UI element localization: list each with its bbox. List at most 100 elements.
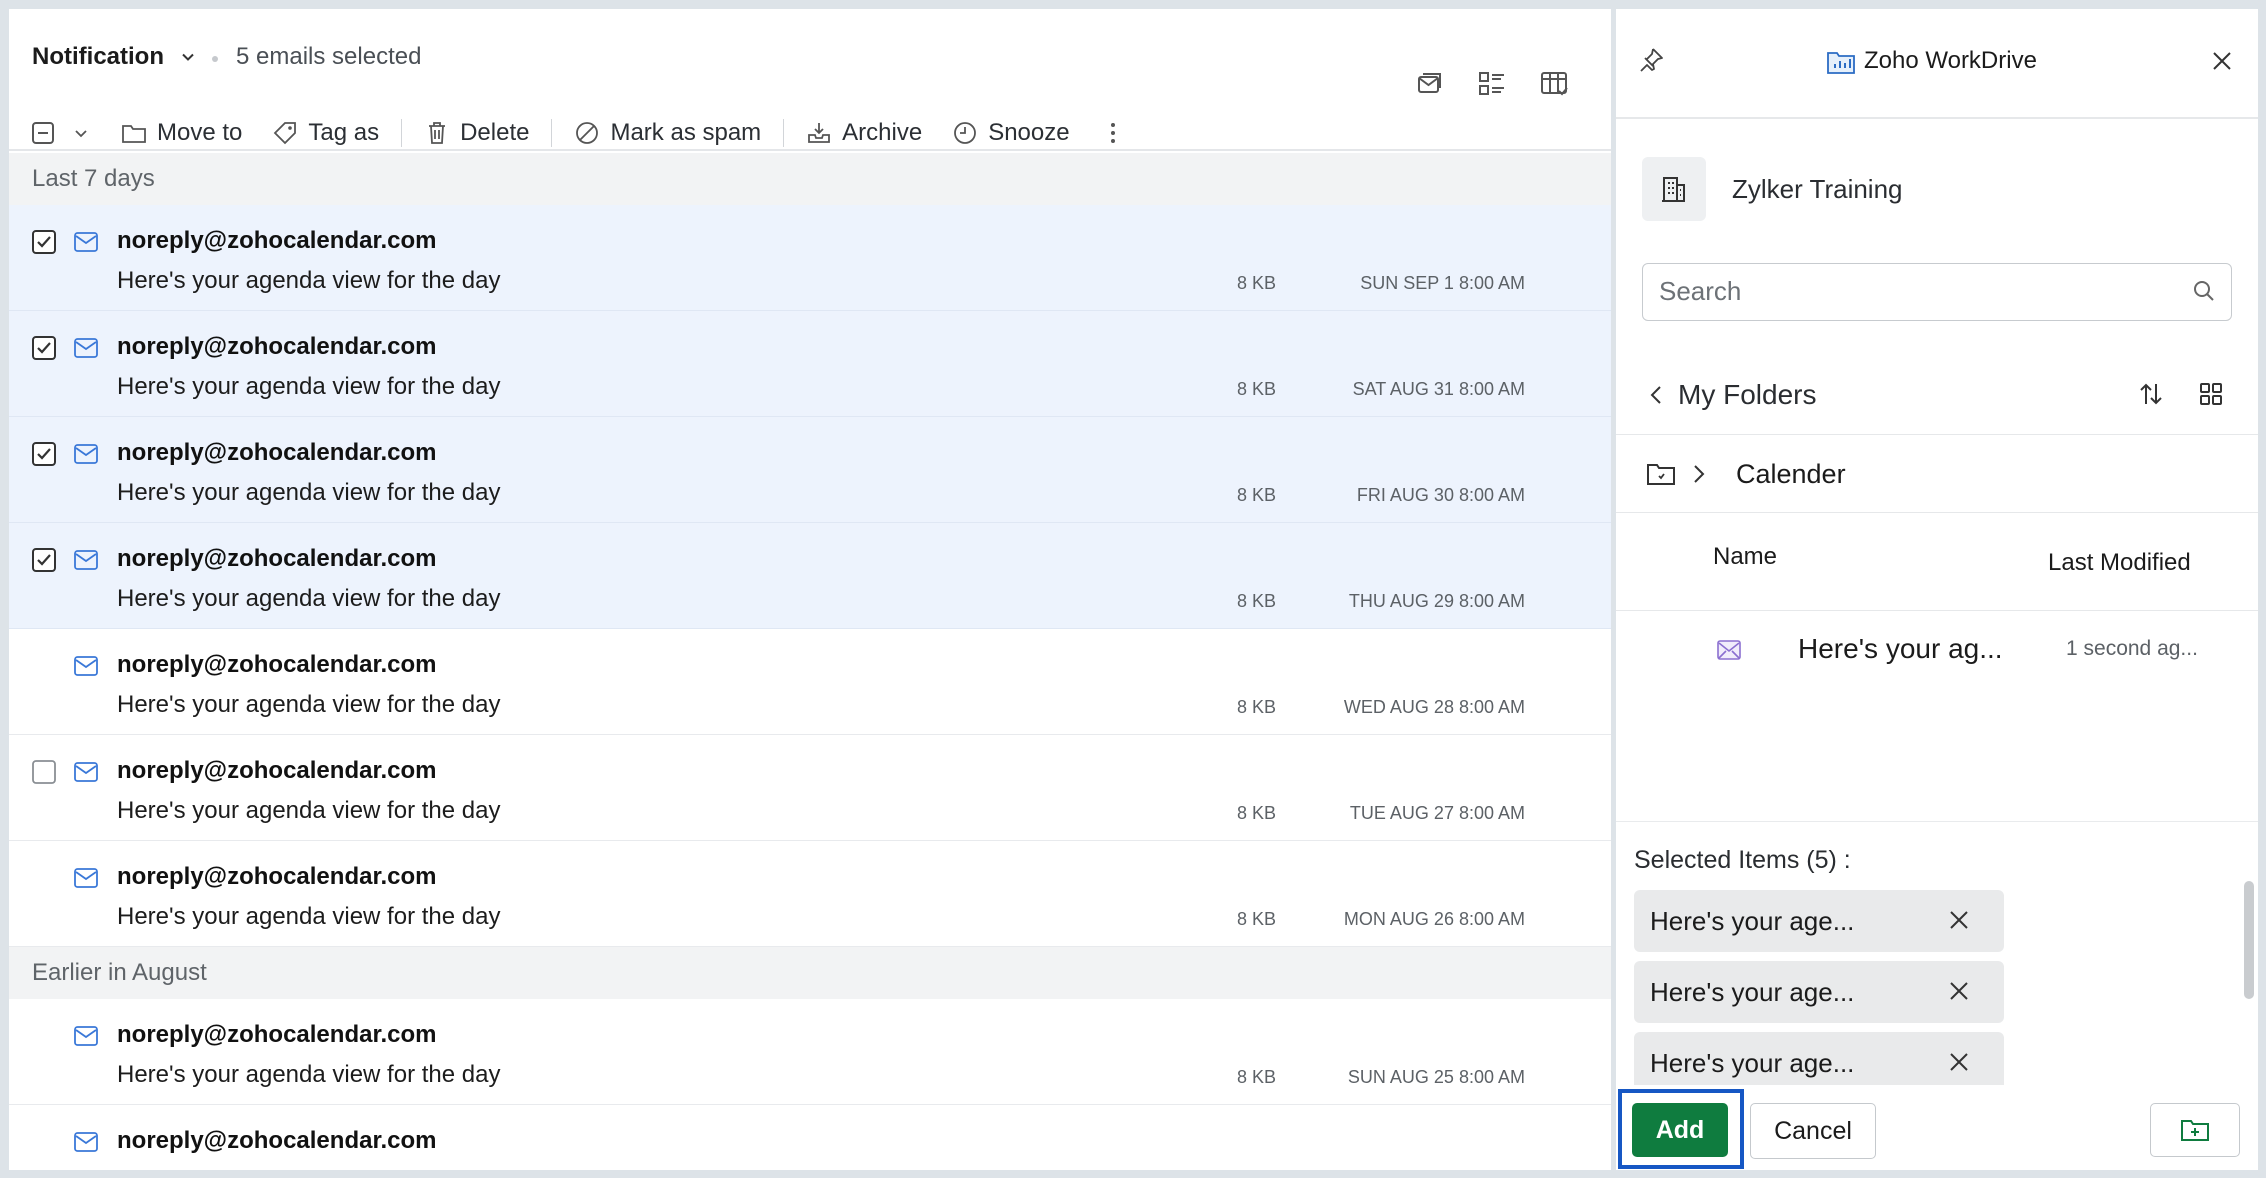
new-folder-button[interactable]	[2150, 1103, 2240, 1157]
my-folders-link[interactable]: My Folders	[1678, 379, 1816, 411]
team-avatar	[1642, 157, 1706, 221]
group-header: Earlier in August	[9, 947, 1611, 999]
mail-icon	[74, 656, 98, 676]
mail-date: FRI AUG 30 8:00 AM	[1356, 485, 1525, 505]
more-options-button[interactable]	[1100, 120, 1126, 146]
selected-item-label: Here's your age...	[1650, 1048, 1855, 1078]
mail-subject: Here's your agenda view for the day	[117, 267, 501, 294]
remove-icon[interactable]	[1946, 1049, 1972, 1075]
search-box	[1642, 263, 2232, 321]
spam-icon	[576, 122, 599, 144]
toolbar-divider	[551, 119, 553, 147]
mail-subject: Here's your agenda view for the day	[117, 797, 501, 824]
mail-sender: noreply@zohocalendar.com	[117, 227, 437, 254]
mail-sender: noreply@zohocalendar.com	[117, 545, 437, 572]
remove-icon[interactable]	[1946, 978, 1972, 1004]
mail-row[interactable]: noreply@zohocalendar.com Here's your agen…	[9, 999, 1611, 1105]
mail-icon	[74, 338, 98, 358]
chevron-left-icon[interactable]	[1646, 383, 1666, 407]
toolbar-divider	[401, 119, 403, 147]
folder-icon[interactable]	[1646, 461, 1676, 487]
selected-items-scrollbar[interactable]	[2244, 881, 2254, 999]
mail-sender: noreply@zohocalendar.com	[117, 439, 437, 466]
checkbox-checked-icon[interactable]	[31, 547, 57, 573]
mail-row[interactable]: noreply@zohocalendar.com Here's your agen…	[9, 629, 1611, 735]
archive-button[interactable]: Archive	[806, 119, 922, 147]
mail-sender: noreply@zohocalendar.com	[117, 333, 437, 360]
mail-subject: Here's your agenda view for the day	[117, 903, 501, 930]
mark-as-spam-button[interactable]: Mark as spam	[574, 119, 761, 147]
new-folder-icon	[2181, 1120, 2209, 1141]
search-icon[interactable]	[2191, 278, 2217, 304]
cancel-button[interactable]: Cancel	[1750, 1103, 1876, 1159]
checkbox-icon[interactable]	[31, 759, 57, 785]
mail-subject: Here's your agenda view for the day	[117, 691, 501, 718]
mail-date: SAT AUG 31 8:00 AM	[1352, 379, 1525, 399]
mail-row[interactable]: noreply@zohocalendar.com Here's your agen…	[9, 311, 1611, 417]
mail-subject: Here's your agenda view for the day	[117, 373, 501, 400]
remove-icon[interactable]	[1946, 907, 1972, 933]
current-folder[interactable]: Calender	[1736, 459, 1846, 490]
tag-icon	[274, 122, 297, 145]
mail-row[interactable]: noreply@zohocalendar.com Here's your agen…	[9, 205, 1611, 311]
mail-date: THU AUG 29 8:00 AM	[1348, 591, 1525, 611]
select-all-checkbox-icon[interactable]	[31, 121, 55, 145]
snooze-button[interactable]: Snooze	[952, 119, 1070, 147]
workdrive-logo-icon	[1827, 52, 1855, 74]
mail-size: 8 KB	[1237, 379, 1277, 399]
select-all-control[interactable]	[31, 121, 89, 145]
column-last-modified[interactable]: Last Modified	[2048, 549, 2198, 577]
mail-subject: Here's your agenda view for the day	[117, 585, 501, 612]
mail-sender: noreply@zohocalendar.com	[117, 1127, 437, 1154]
mail-date: TUE AUG 27 8:00 AM	[1349, 803, 1525, 823]
folder-selector[interactable]: Notification	[32, 43, 198, 71]
mail-date: SUN AUG 25 8:00 AM	[1347, 1067, 1525, 1087]
clock-icon	[954, 122, 977, 144]
mail-row[interactable]: noreply@zohocalendar.com Here's your agen…	[9, 735, 1611, 841]
mail-date: WED AUG 28 8:00 AM	[1343, 697, 1525, 717]
chevron-down-icon[interactable]	[73, 125, 89, 141]
layout-view-icon[interactable]	[1539, 69, 1569, 99]
workdrive-footer: Add Cancel	[1616, 1085, 2258, 1170]
checkbox-checked-icon[interactable]	[31, 441, 57, 467]
mail-header: Notification 5 emails selected Move to T…	[9, 9, 1611, 151]
mail-row[interactable]: noreply@zohocalendar.com Here's your agen…	[9, 523, 1611, 629]
mail-icon	[74, 444, 98, 464]
file-row[interactable]: Here's your ag... 1 second ag...	[1616, 613, 2258, 695]
folder-title: Notification	[32, 43, 164, 70]
close-icon[interactable]	[2208, 47, 2236, 75]
move-to-button[interactable]: Move to	[121, 119, 242, 147]
pin-icon[interactable]	[1636, 45, 1666, 75]
mark-as-spam-label: Mark as spam	[610, 119, 762, 146]
list-view-icon[interactable]	[1477, 69, 1507, 99]
add-button[interactable]: Add	[1632, 1103, 1728, 1157]
mail-icon	[74, 1132, 98, 1152]
column-name[interactable]: Name	[1713, 543, 1777, 571]
tag-as-label: Tag as	[308, 119, 380, 146]
search-input[interactable]	[1643, 264, 2163, 318]
sort-icon[interactable]	[2136, 379, 2166, 409]
checkbox-checked-icon[interactable]	[31, 335, 57, 361]
grid-view-icon[interactable]	[2198, 381, 2224, 407]
mail-row[interactable]: noreply@zohocalendar.com	[9, 1105, 1611, 1170]
mail-row[interactable]: noreply@zohocalendar.com Here's your agen…	[9, 841, 1611, 947]
mail-sender: noreply@zohocalendar.com	[117, 651, 437, 678]
conversation-view-icon[interactable]	[1415, 69, 1445, 99]
mail-size: 8 KB	[1237, 485, 1277, 505]
workdrive-panel: Zoho WorkDrive Zylker Training My Folder…	[1616, 9, 2258, 1170]
mail-row[interactable]: noreply@zohocalendar.com Here's your agen…	[9, 417, 1611, 523]
checkbox-checked-icon[interactable]	[31, 229, 57, 255]
selected-items-title: Selected Items (5) :	[1634, 846, 1851, 874]
archive-label: Archive	[842, 119, 923, 146]
chevron-right-icon	[1694, 465, 1705, 483]
mail-size: 8 KB	[1237, 591, 1277, 611]
tag-as-button[interactable]: Tag as	[272, 119, 379, 147]
separator-dot	[212, 56, 218, 62]
workdrive-header: Zoho WorkDrive	[1616, 9, 2258, 119]
team-selector[interactable]: Zylker Training	[1642, 157, 1903, 221]
mail-subject: Here's your agenda view for the day	[117, 1061, 501, 1088]
mail-list: Last 7 days noreply@zohocalendar.com Here'…	[9, 153, 1611, 1170]
workdrive-brand: Zoho WorkDrive	[1826, 47, 2037, 75]
delete-button[interactable]: Delete	[424, 119, 529, 147]
archive-icon	[808, 123, 831, 143]
